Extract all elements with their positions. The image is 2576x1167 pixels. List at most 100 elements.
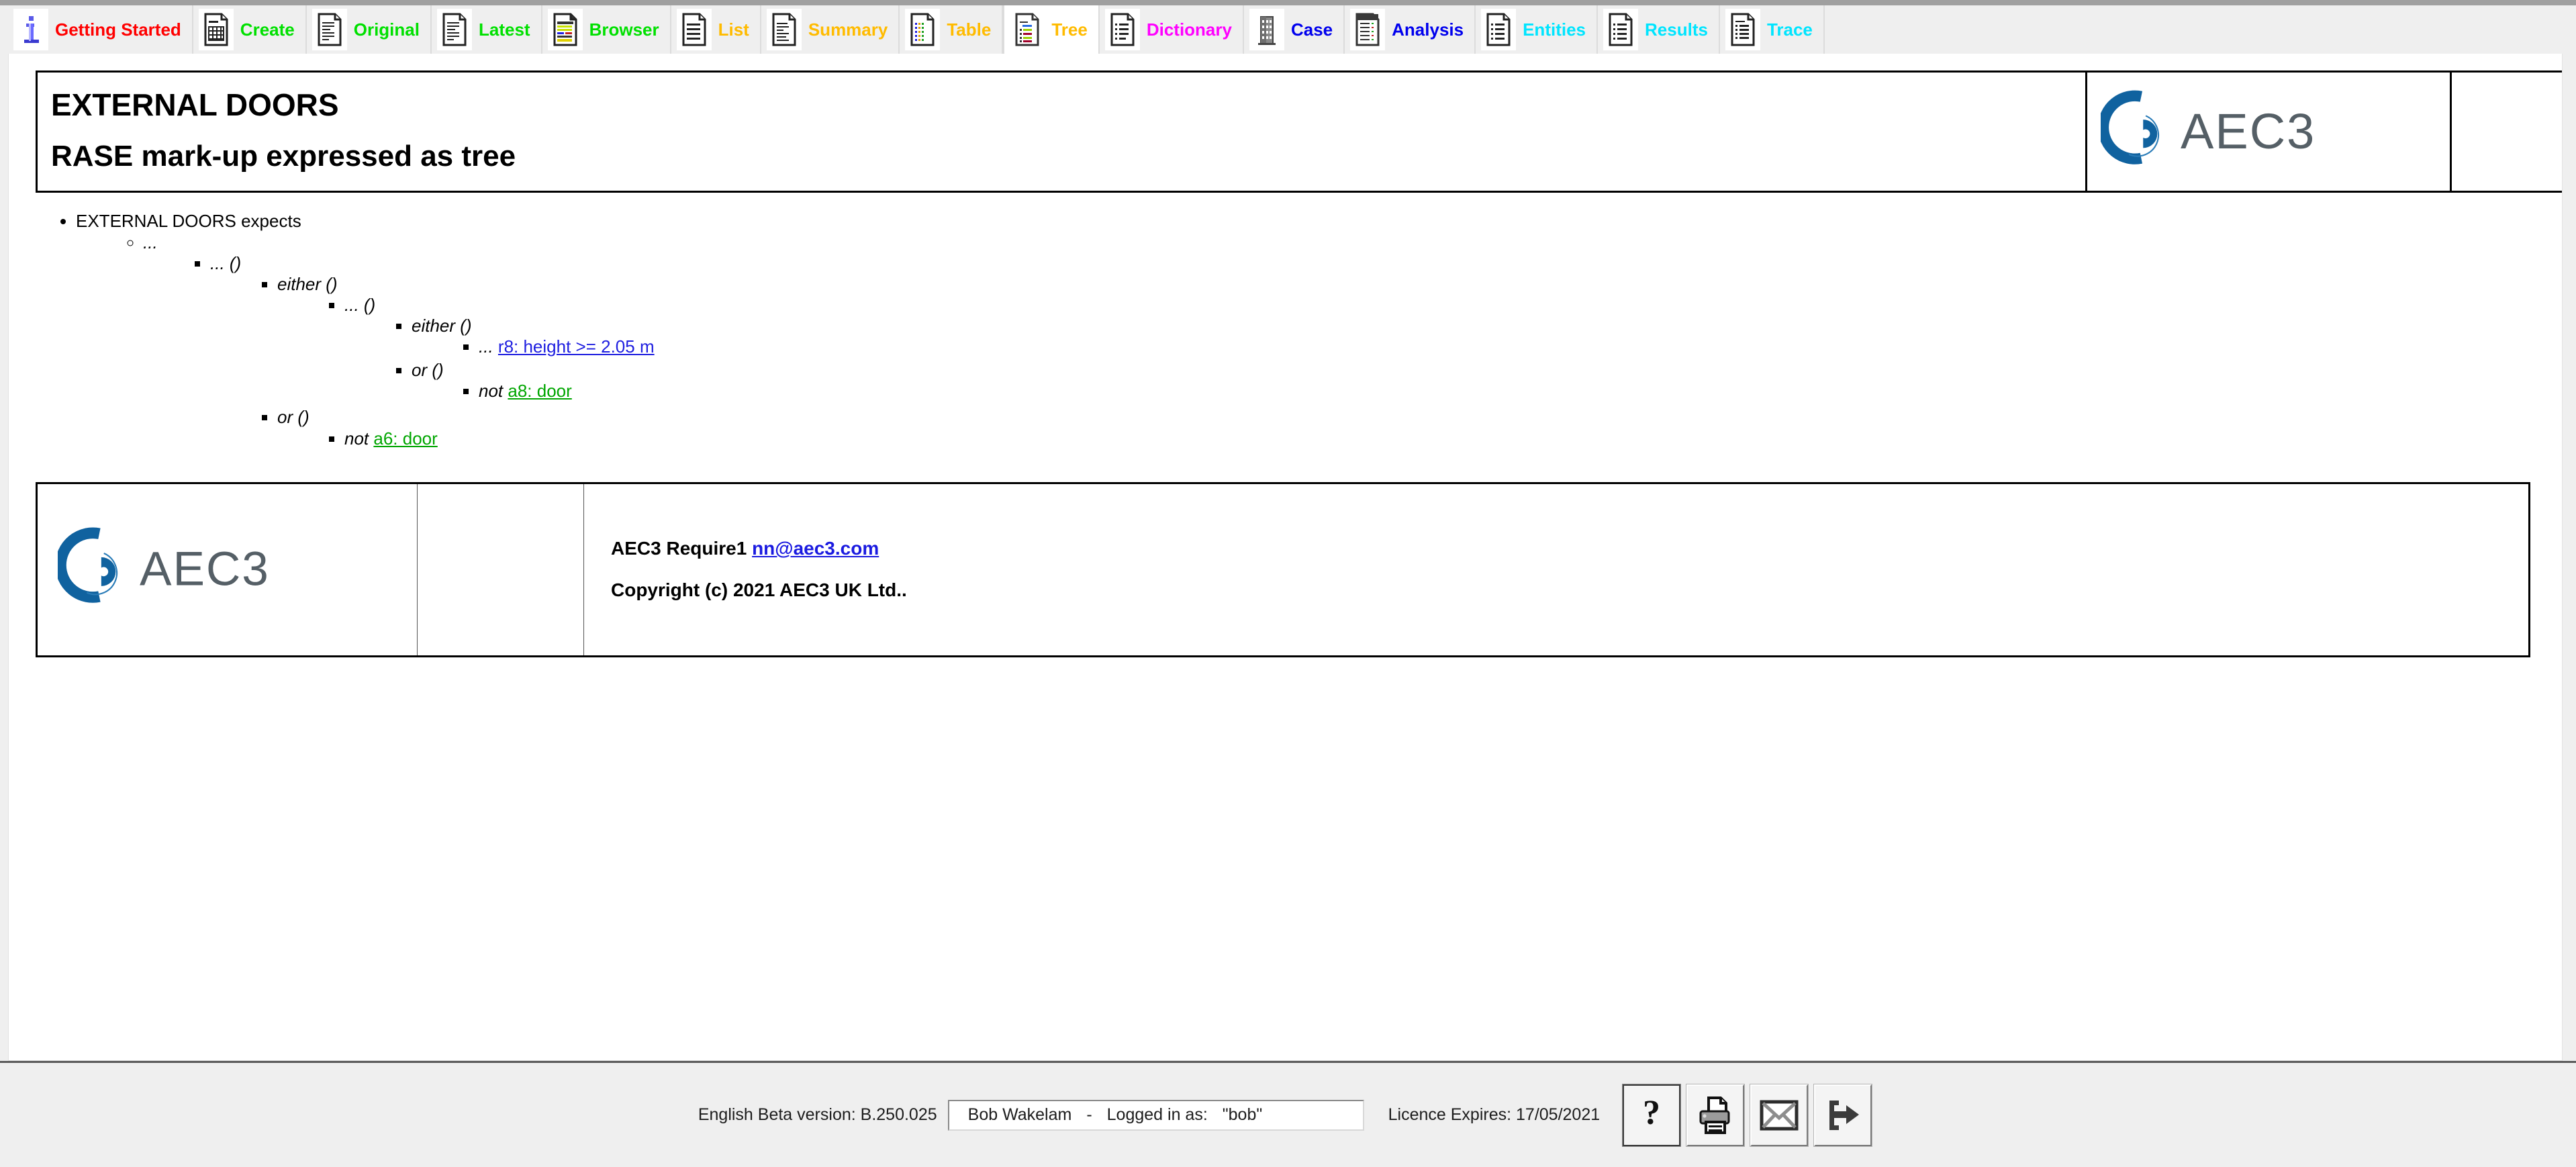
- tab-getting-started[interactable]: Getting Started: [8, 5, 193, 54]
- dictionary-icon: [1104, 9, 1140, 50]
- tab-trace[interactable]: Trace: [1719, 5, 1825, 54]
- requirement-link[interactable]: r8: height >= 2.05 m: [498, 336, 655, 357]
- tab-table[interactable]: Table: [900, 5, 1004, 54]
- footer-spacer-cell: [417, 482, 584, 657]
- licence-expiry-label: Licence Expires: 17/05/2021: [1388, 1105, 1601, 1124]
- tab-label: Entities: [1523, 19, 1586, 40]
- tree-level-3: ... () either () ... (): [143, 252, 2562, 453]
- tree-node-label: or (): [277, 407, 309, 428]
- tree-node: ... () either () ... (): [210, 252, 2562, 453]
- page-footer-table: AEC3 AEC3 Require1 nn@aec3.com Copyright…: [36, 481, 2530, 657]
- building-icon: [1249, 9, 1284, 50]
- page-title: EXTERNAL DOORS: [51, 87, 339, 122]
- status-bar: English Beta version: B.250.025 Bob Wake…: [0, 1061, 2576, 1167]
- tab-label: Analysis: [1392, 19, 1464, 40]
- help-button[interactable]: ?: [1622, 1083, 1682, 1147]
- tab-label: Tree: [1051, 19, 1088, 40]
- tab-label: Summary: [808, 19, 888, 40]
- logged-in-value: "bob": [1222, 1105, 1263, 1124]
- tree-node-label: or (): [412, 360, 444, 381]
- printer-icon: [1697, 1095, 1734, 1135]
- tree-node-label: ... (): [210, 252, 242, 273]
- table-document-icon: [905, 9, 941, 50]
- tab-label: Create: [240, 19, 295, 40]
- tab-latest[interactable]: Latest: [431, 5, 542, 54]
- tree-level-1: EXTERNAL DOORS expects ... ... () either…: [9, 210, 2562, 455]
- logged-in-user-box[interactable]: Bob Wakelam - Logged in as: "bob": [947, 1099, 1364, 1131]
- tab-label: Table: [947, 19, 992, 40]
- tab-tree[interactable]: Tree: [1003, 5, 1100, 54]
- email-button[interactable]: [1750, 1083, 1809, 1147]
- tree-node: either () ... () either (): [277, 273, 2562, 407]
- tree-document-icon: [1010, 9, 1045, 50]
- summary-document-icon: [766, 9, 802, 50]
- print-button[interactable]: [1686, 1083, 1746, 1147]
- page-subtitle: RASE mark-up expressed as tree: [51, 140, 516, 173]
- aec3-footer-logo: AEC3: [55, 527, 397, 612]
- tab-label: Browser: [589, 19, 659, 40]
- tab-label: Original: [353, 19, 420, 40]
- exception-link[interactable]: a8: door: [508, 381, 571, 401]
- question-mark-icon: ?: [1636, 1094, 1667, 1136]
- tab-bar-filler: [1824, 5, 2568, 54]
- exception-link[interactable]: a6: door: [373, 428, 437, 449]
- envelope-icon: [1760, 1100, 1799, 1131]
- tree-level-4: either () ... () either (): [210, 273, 2562, 451]
- tab-entities[interactable]: Entities: [1476, 5, 1599, 54]
- tree-node: or () not a8: door: [412, 359, 2562, 404]
- tab-original[interactable]: Original: [306, 5, 432, 54]
- results-icon: [1603, 9, 1639, 50]
- tree-node-requirement: ... r8: height >= 2.05 m: [479, 336, 2562, 358]
- aec3-logo-mark: [55, 527, 137, 612]
- tree-level-7b: not a8: door: [412, 380, 2562, 402]
- rase-tree: EXTERNAL DOORS expects ... ... () either…: [9, 210, 2562, 455]
- aec3-logo-wordmark: AEC3: [140, 539, 314, 600]
- entities-icon: [1481, 9, 1517, 50]
- logout-button[interactable]: [1813, 1083, 1873, 1147]
- tab-label: Latest: [478, 19, 530, 40]
- tab-results[interactable]: Results: [1598, 5, 1720, 54]
- user-name: Bob Wakelam: [967, 1105, 1072, 1124]
- page-header-logo-cell: AEC3: [2085, 70, 2452, 193]
- application-window: Getting Started Create Original Latest B…: [0, 0, 2576, 1167]
- tree-node: ... ... () either (): [143, 232, 2562, 454]
- grid-document-icon: [198, 9, 234, 50]
- tree-node-prefix: ...: [479, 336, 493, 357]
- lines-document-icon: [676, 9, 712, 50]
- tab-browser[interactable]: Browser: [542, 5, 671, 54]
- tab-label: Getting Started: [55, 19, 181, 40]
- footer-product-name: AEC3 Require1: [611, 538, 747, 559]
- tree-node-label: EXTERNAL DOORS expects: [76, 211, 301, 232]
- tab-list[interactable]: List: [671, 5, 761, 54]
- user-separator: -: [1086, 1105, 1092, 1124]
- tab-summary[interactable]: Summary: [761, 5, 900, 54]
- footer-text-cell: AEC3 Require1 nn@aec3.com Copyright (c) …: [583, 482, 2530, 657]
- support-email-link[interactable]: nn@aec3.com: [752, 538, 879, 559]
- analysis-icon: [1350, 9, 1386, 50]
- tab-label: Case: [1290, 19, 1333, 40]
- tree-node-prefix: not: [479, 381, 504, 402]
- footer-product-line: AEC3 Require1 nn@aec3.com: [611, 538, 2501, 559]
- text-document-icon: [312, 9, 347, 50]
- tab-analysis[interactable]: Analysis: [1345, 5, 1476, 54]
- footer-copyright: Copyright (c) 2021 AEC3 UK Ltd..: [611, 579, 907, 601]
- tree-node-label: either (): [412, 316, 472, 336]
- aec3-logo: AEC3: [2097, 90, 2436, 174]
- page-header-title-cell: EXTERNAL DOORS RASE mark-up expressed as…: [36, 70, 2087, 193]
- aec3-logo-mark: [2097, 90, 2178, 174]
- tree-node-label: either (): [277, 273, 338, 294]
- tab-case[interactable]: Case: [1243, 5, 1345, 54]
- tree-node: or () not a6: door: [277, 406, 2562, 451]
- tree-level-6: either () ... r8: height >= 2.05 m: [344, 315, 2562, 404]
- tab-label: Results: [1645, 19, 1708, 40]
- page-header-spacer-cell: [2450, 70, 2562, 193]
- info-icon: [13, 9, 48, 50]
- aec3-logo-wordmark: AEC3: [2181, 100, 2362, 164]
- tab-create[interactable]: Create: [193, 5, 307, 54]
- tree-level-7: ... r8: height >= 2.05 m: [412, 336, 2562, 358]
- tab-dictionary[interactable]: Dictionary: [1099, 5, 1244, 54]
- tree-node: ... () either (): [344, 294, 2562, 406]
- tab-label: Dictionary: [1146, 19, 1232, 40]
- tree-node: either () ... r8: height >= 2.05 m: [412, 315, 2562, 359]
- tree-node-root: EXTERNAL DOORS expects ... ... () either…: [76, 210, 2562, 455]
